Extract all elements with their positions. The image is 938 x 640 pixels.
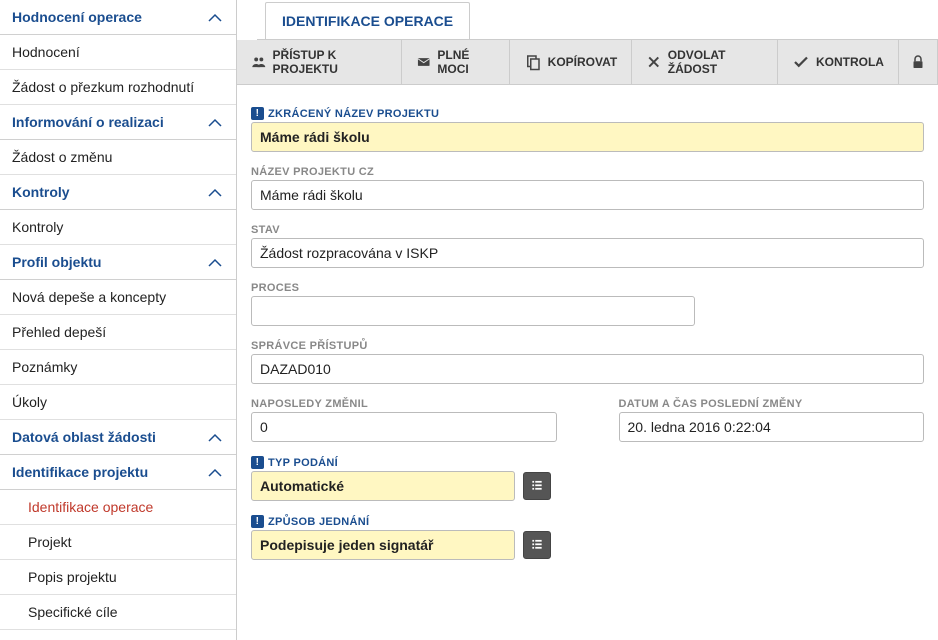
list-icon (530, 478, 544, 495)
sidebar-section-label: Informování o realizaci (12, 114, 164, 130)
required-icon: ! (251, 515, 264, 528)
sidebar-section-identifikace[interactable]: Identifikace projektu (0, 455, 236, 490)
zkraceny-nazev-input[interactable] (251, 122, 924, 152)
typ-podani-label: ! TYP PODÁNÍ (251, 456, 924, 469)
sidebar-section-label: Profil objektu (12, 254, 101, 270)
tab-identifikace-operace[interactable]: IDENTIFIKACE OPERACE (265, 2, 470, 39)
tabs: IDENTIFIKACE OPERACE (257, 2, 938, 40)
nazev-projektu-input[interactable] (251, 180, 924, 210)
sidebar-section-profil[interactable]: Profil objektu (0, 245, 236, 280)
mail-icon (416, 53, 431, 71)
required-icon: ! (251, 456, 264, 469)
x-icon (646, 53, 662, 71)
sidebar-section-label: Hodnocení operace (12, 9, 142, 25)
chevron-up-icon (206, 256, 224, 268)
spravce-input[interactable] (251, 354, 924, 384)
spravce-label: SPRÁVCE PŘÍSTUPŮ (251, 340, 924, 352)
sidebar-item-popis-projektu[interactable]: Popis projektu (0, 560, 236, 595)
chevron-up-icon (206, 431, 224, 443)
sidebar-item-zadost-prezkum[interactable]: Žádost o přezkum rozhodnutí (0, 70, 236, 105)
datum-cas-input[interactable] (619, 412, 925, 442)
toolbar-odvolat-zadost[interactable]: ODVOLAT ŽÁDOST (632, 40, 778, 84)
check-icon (792, 53, 810, 71)
toolbar: PŘÍSTUP K PROJEKTU PLNÉ MOCI KOPÍROVAT O… (237, 40, 938, 85)
list-icon (530, 537, 544, 554)
stav-label: STAV (251, 224, 924, 236)
sidebar-section-informovani[interactable]: Informování o realizaci (0, 105, 236, 140)
sidebar-section-label: Kontroly (12, 184, 70, 200)
zpusob-jednani-label: ! ZPŮSOB JEDNÁNÍ (251, 515, 924, 528)
sidebar: Hodnocení operace Hodnocení Žádost o pře… (0, 0, 237, 640)
sidebar-item-identifikace-operace[interactable]: Identifikace operace (0, 490, 236, 525)
proces-input[interactable] (251, 296, 695, 326)
chevron-up-icon (206, 186, 224, 198)
naposledy-zmenil-label: NAPOSLEDY ZMĚNIL (251, 398, 557, 410)
toolbar-pristup-k-projektu[interactable]: PŘÍSTUP K PROJEKTU (237, 40, 402, 84)
people-icon (251, 53, 267, 71)
toolbar-kontrola[interactable]: KONTROLA (778, 40, 899, 84)
chevron-up-icon (206, 466, 224, 478)
sidebar-item-ukoly[interactable]: Úkoly (0, 385, 236, 420)
typ-podani-input[interactable] (251, 471, 515, 501)
sidebar-item-depese-koncepty[interactable]: Nová depeše a koncepty (0, 280, 236, 315)
proces-label: PROCES (251, 282, 924, 294)
typ-podani-picker-button[interactable] (523, 472, 551, 500)
zkraceny-nazev-label: ! ZKRÁCENÝ NÁZEV PROJEKTU (251, 107, 924, 120)
zpusob-jednani-input[interactable] (251, 530, 515, 560)
naposledy-zmenil-input[interactable] (251, 412, 557, 442)
nazev-projektu-label: NÁZEV PROJEKTU CZ (251, 166, 924, 178)
lock-icon (909, 53, 927, 71)
sidebar-item-specificke-cile[interactable]: Specifické cíle (0, 595, 236, 630)
toolbar-lock[interactable] (899, 40, 938, 84)
toolbar-plne-moci[interactable]: PLNÉ MOCI (402, 40, 510, 84)
toolbar-kopirovat[interactable]: KOPÍROVAT (510, 40, 633, 84)
sidebar-item-zadost-zmenu[interactable]: Žádost o změnu (0, 140, 236, 175)
form: ! ZKRÁCENÝ NÁZEV PROJEKTU NÁZEV PROJEKTU… (237, 85, 938, 640)
copy-icon (524, 53, 542, 71)
sidebar-section-datova[interactable]: Datová oblast žádosti (0, 420, 236, 455)
datum-cas-label: DATUM A ČAS POSLEDNÍ ZMĚNY (619, 398, 925, 410)
sidebar-item-hodnoceni[interactable]: Hodnocení (0, 35, 236, 70)
stav-input[interactable] (251, 238, 924, 268)
main-panel: IDENTIFIKACE OPERACE PŘÍSTUP K PROJEKTU … (237, 0, 938, 640)
sidebar-section-kontroly[interactable]: Kontroly (0, 175, 236, 210)
sidebar-item-poznamky[interactable]: Poznámky (0, 350, 236, 385)
chevron-up-icon (206, 11, 224, 23)
sidebar-section-label: Datová oblast žádosti (12, 429, 156, 445)
sidebar-item-projekt[interactable]: Projekt (0, 525, 236, 560)
chevron-up-icon (206, 116, 224, 128)
sidebar-section-hodnoceni[interactable]: Hodnocení operace (0, 0, 236, 35)
sidebar-item-kontroly[interactable]: Kontroly (0, 210, 236, 245)
zpusob-jednani-picker-button[interactable] (523, 531, 551, 559)
sidebar-item-prehled-depesi[interactable]: Přehled depeší (0, 315, 236, 350)
sidebar-section-label: Identifikace projektu (12, 464, 148, 480)
sidebar-item-indikatory[interactable]: Indikátory (0, 630, 236, 640)
required-icon: ! (251, 107, 264, 120)
